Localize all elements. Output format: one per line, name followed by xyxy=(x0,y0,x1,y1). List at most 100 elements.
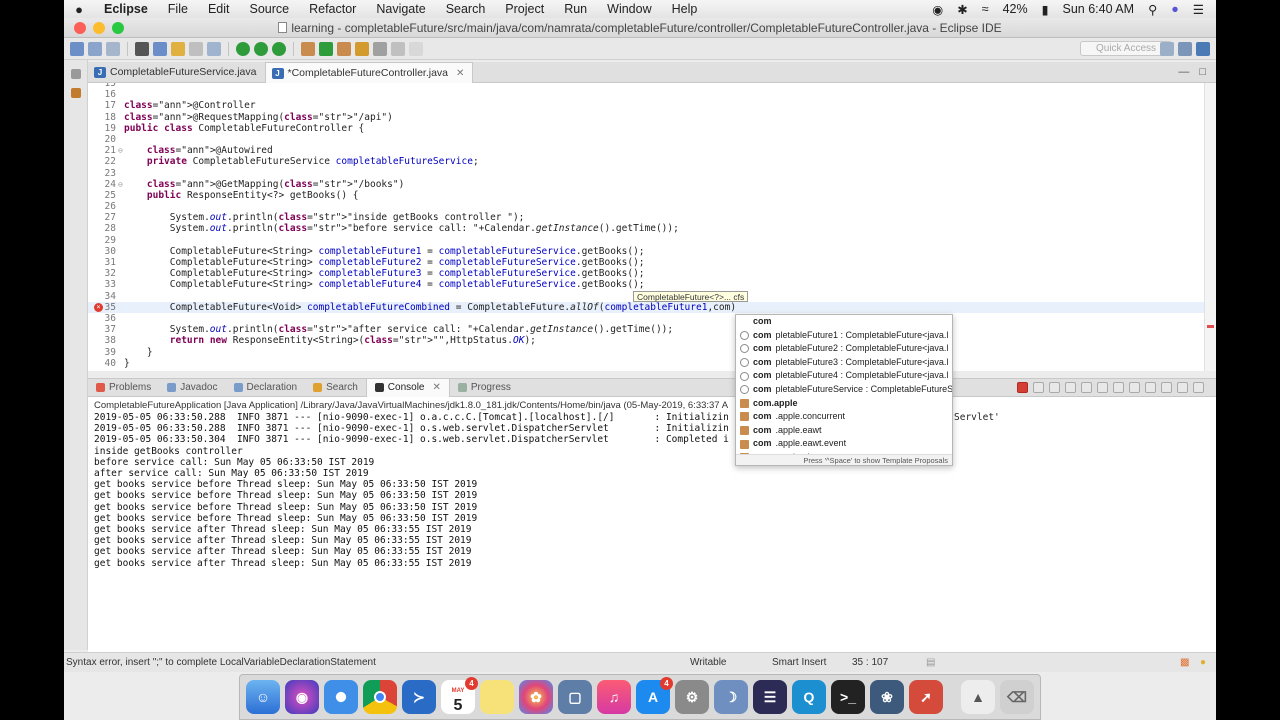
code-line[interactable]: 21 ⊖ class="ann">@Autowired xyxy=(88,145,1216,156)
eclipse-launcher-icon[interactable]: ☰ xyxy=(753,680,787,714)
pin-console-icon[interactable] xyxy=(1129,382,1140,393)
skip-breakpoints-icon[interactable] xyxy=(153,41,167,56)
proposal-item[interactable]: com pletableFuture1 : CompletableFuture<j… xyxy=(736,328,952,343)
open-type-icon[interactable] xyxy=(337,41,351,56)
keynote-icon[interactable]: ▢ xyxy=(558,680,592,714)
wifi-icon[interactable]: ≈ xyxy=(982,2,989,16)
close-tab-icon[interactable]: ✕ xyxy=(456,63,464,84)
bluetooth-icon[interactable]: ✱ xyxy=(957,2,967,17)
tab-declaration[interactable]: Declaration xyxy=(226,379,306,397)
code-line[interactable]: 22 private CompletableFutureService comp… xyxy=(88,156,1216,167)
menu-source[interactable]: Source xyxy=(239,2,299,16)
error-icon[interactable]: × xyxy=(94,302,103,312)
code-line[interactable]: 38 return new ResponseEntity<String>(cla… xyxy=(88,335,1216,346)
maximize-icon[interactable] xyxy=(1193,382,1204,393)
minimize-window-button[interactable] xyxy=(93,22,105,34)
forward-icon[interactable] xyxy=(409,41,423,56)
user-avatar-icon[interactable]: ● xyxy=(1171,2,1179,16)
close-window-button[interactable] xyxy=(74,22,86,34)
debug-icon[interactable] xyxy=(236,41,250,56)
scroll-lock-icon[interactable] xyxy=(1081,382,1092,393)
postman-icon[interactable]: ➚ xyxy=(909,680,943,714)
new-icon[interactable] xyxy=(70,41,84,56)
vscode-icon[interactable]: ≻ xyxy=(402,680,436,714)
finder-icon[interactable]: ☺ xyxy=(246,680,280,714)
menu-file[interactable]: File xyxy=(158,2,198,16)
proposal-item[interactable]: com .apple.eawt.event xyxy=(736,437,952,451)
fold-toggle-icon[interactable]: ⊖ xyxy=(118,179,123,190)
code-line[interactable]: 20 xyxy=(88,134,1216,145)
code-line[interactable]: 30 CompletableFuture<String> completable… xyxy=(88,246,1216,257)
next-annotation-icon[interactable] xyxy=(373,41,387,56)
menu-help[interactable]: Help xyxy=(662,2,708,16)
save-all-icon[interactable] xyxy=(106,41,120,56)
menu-refactor[interactable]: Refactor xyxy=(299,2,366,16)
remove-launch-icon[interactable] xyxy=(1033,382,1044,393)
proposal-item[interactable]: com .apple.eawt xyxy=(736,424,952,438)
code-line[interactable]: 32 CompletableFuture<String> completable… xyxy=(88,268,1216,279)
maximize-icon[interactable]: □ xyxy=(1199,66,1206,78)
proposal-item[interactable]: com pletableFuture2 : CompletableFuture<j… xyxy=(736,342,952,356)
trash-icon[interactable]: ⌫ xyxy=(1000,680,1034,714)
sourcetree-icon[interactable]: ❀ xyxy=(870,680,904,714)
terminate-icon[interactable] xyxy=(1017,382,1028,393)
close-tab-icon[interactable]: ✕ xyxy=(432,379,440,397)
menu-run[interactable]: Run xyxy=(554,2,597,16)
code-line[interactable]: 19 public class CompletableFutureControll… xyxy=(88,123,1216,134)
proposal-item[interactable]: com xyxy=(736,315,952,329)
code-line[interactable]: 25 public ResponseEntity<?> getBooks() { xyxy=(88,190,1216,201)
proposal-item[interactable]: com.apple xyxy=(736,397,952,411)
content-assist-popup[interactable]: com com pletableFuture1 : CompletableFutur… xyxy=(735,314,953,466)
code-line[interactable]: 29 xyxy=(88,235,1216,246)
battery-icon[interactable]: ▮ xyxy=(1042,2,1049,17)
code-line[interactable]: 16 xyxy=(88,89,1216,100)
quick-access-input[interactable]: Quick Access xyxy=(1080,41,1172,56)
menu-app-name[interactable]: Eclipse xyxy=(94,2,158,16)
eclipse-icon[interactable]: ☽ xyxy=(714,680,748,714)
screen-record-icon[interactable]: ◉ xyxy=(932,2,943,17)
system-preferences-icon[interactable]: ⚙ xyxy=(675,680,709,714)
display-console-icon[interactable] xyxy=(1145,382,1156,393)
tab-javadoc[interactable]: Javadoc xyxy=(159,379,225,397)
notification-center-icon[interactable]: ☰ xyxy=(1193,2,1204,17)
siri-icon[interactable]: ◉ xyxy=(285,680,319,714)
fold-toggle-icon[interactable]: ⊖ xyxy=(118,145,123,156)
calendar-icon[interactable]: MAY 5 4 xyxy=(441,677,478,714)
block-selection-icon[interactable] xyxy=(189,41,203,56)
terminal-icon[interactable]: >_ xyxy=(831,680,865,714)
tab-problems[interactable]: Problems xyxy=(88,379,159,397)
proposal-item[interactable]: com pletableFuture3 : CompletableFuture<j… xyxy=(736,356,952,370)
battery-percent[interactable]: 42% xyxy=(1003,2,1028,16)
show-on-output-icon[interactable] xyxy=(1113,382,1124,393)
clock[interactable]: Sun 6:40 AM xyxy=(1062,2,1134,16)
downloads-stack-icon[interactable]: ▲ xyxy=(961,680,995,714)
proposal-item[interactable]: com pletableFutureService : CompletableFu… xyxy=(736,383,952,397)
mark-occurrences-icon[interactable] xyxy=(171,41,185,56)
word-wrap-icon[interactable] xyxy=(1097,382,1108,393)
safari-icon[interactable]: ✦ xyxy=(324,680,358,714)
code-line[interactable]: 17 class="ann">@Controller xyxy=(88,100,1216,111)
photos-icon[interactable]: ✿ xyxy=(519,680,553,714)
proposal-item[interactable]: com .apple.concurrent xyxy=(736,410,952,424)
quicktime-icon[interactable]: Q xyxy=(792,680,826,714)
code-line[interactable]: 28 System.out.println(class="str">"befor… xyxy=(88,223,1216,234)
code-line[interactable]: 24 ⊖ class="ann">@GetMapping(class="str">… xyxy=(88,179,1216,190)
open-console-icon[interactable] xyxy=(1161,382,1172,393)
code-editor[interactable]: 15 16 17 class="ann">@Controller 18 class="an… xyxy=(88,83,1216,371)
code-line[interactable]: 40} xyxy=(88,358,1216,369)
chrome-icon[interactable] xyxy=(363,680,397,714)
code-line[interactable]: 31 CompletableFuture<String> completable… xyxy=(88,257,1216,268)
clear-console-icon[interactable] xyxy=(1065,382,1076,393)
restore-icon[interactable] xyxy=(70,69,81,79)
show-whitespace-icon[interactable] xyxy=(207,41,221,56)
code-line[interactable]: 39 } xyxy=(88,347,1216,358)
console-output[interactable]: 2019-05-05 06:33:50.288 INFO 3871 --- [n… xyxy=(94,412,729,569)
apple-menu-icon[interactable]: ● xyxy=(64,2,94,17)
proposal-item[interactable]: com pletableFuture4 : CompletableFuture<j… xyxy=(736,369,952,383)
app-store-icon[interactable]: A4 xyxy=(636,677,673,714)
package-explorer-icon[interactable] xyxy=(70,88,81,98)
menu-navigate[interactable]: Navigate xyxy=(366,2,435,16)
tab-search[interactable]: Search xyxy=(305,379,366,397)
spotlight-search-icon[interactable]: ⚲ xyxy=(1148,2,1157,17)
code-line[interactable]: 26 xyxy=(88,201,1216,212)
